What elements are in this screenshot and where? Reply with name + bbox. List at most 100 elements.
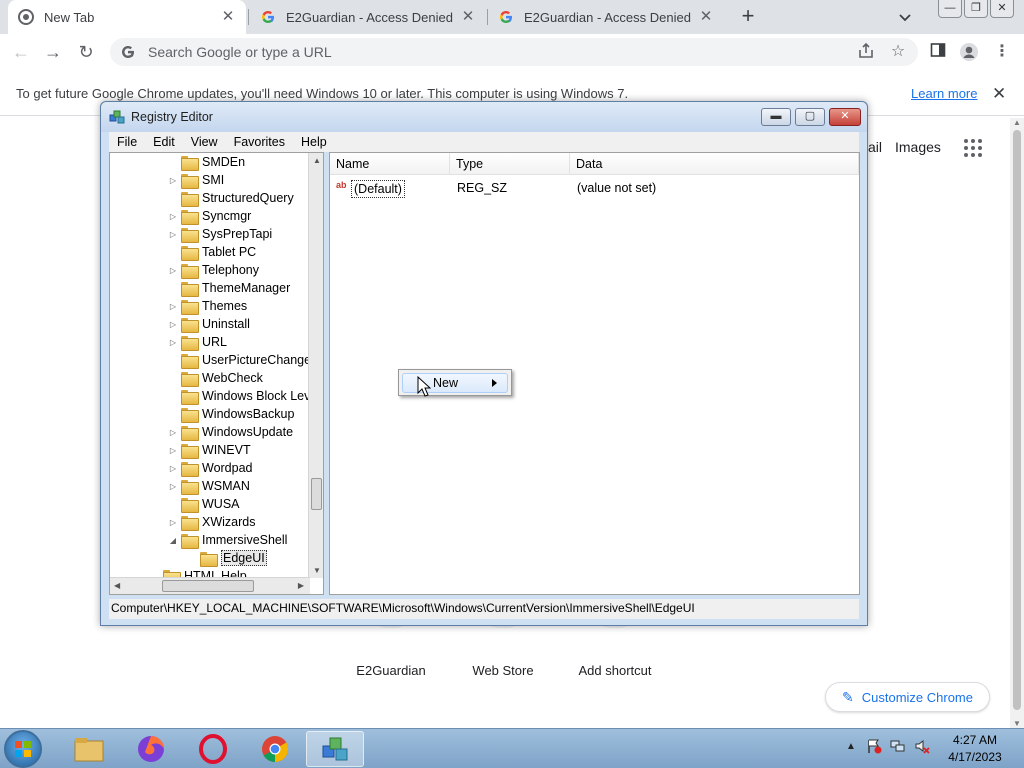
tab-new-tab[interactable]: New Tab ✕ (8, 0, 246, 34)
registry-editor-taskbar-icon[interactable] (306, 731, 364, 767)
tree-item[interactable]: ▷ SMI (168, 171, 224, 189)
tree-item[interactable]: UserPictureChange (168, 351, 311, 369)
tree-item[interactable]: Tablet PC (168, 243, 256, 261)
new-tab-plus-icon[interactable]: + (736, 5, 760, 29)
tree-item-edgeui-selected[interactable]: EdgeUI (187, 549, 267, 567)
menu-file[interactable]: File (109, 135, 145, 149)
tree-item[interactable]: ▷ WindowsUpdate (168, 423, 293, 441)
registry-tree[interactable]: SMDEn ▷ SMI StructuredQuery ▷ Syncmgr ▷ Sys… (109, 152, 324, 595)
close-tab-icon[interactable]: ✕ (460, 9, 476, 25)
restore-icon[interactable]: ❐ (964, 0, 988, 18)
tree-item[interactable]: WebCheck (168, 369, 263, 387)
menu-view[interactable]: View (183, 135, 226, 149)
tree-expander[interactable]: ▷ (168, 428, 178, 437)
shortcut-label-e2guardian[interactable]: E2Guardian (341, 663, 441, 678)
tree-expander[interactable]: ▷ (168, 176, 178, 185)
chevron-down-icon[interactable] (896, 8, 914, 26)
taskbar-clock[interactable]: 4:27 AM 4/17/2023 (940, 732, 1010, 766)
tree-horizontal-scrollbar[interactable]: ◀ ▶ (110, 577, 310, 594)
learn-more-link[interactable]: Learn more (911, 86, 977, 101)
scrollbar-thumb[interactable] (162, 580, 254, 592)
bookmark-star-icon[interactable]: ☆ (888, 42, 908, 62)
network-icon[interactable] (890, 738, 906, 754)
menu-help[interactable]: Help (293, 135, 335, 149)
customize-chrome-button[interactable]: ✎ Customize Chrome (825, 682, 990, 712)
scrollbar-thumb[interactable] (311, 478, 322, 510)
minimize-icon[interactable]: ▬ (761, 108, 791, 126)
tree-item-immersiveshell[interactable]: ◢ ImmersiveShell (168, 531, 287, 549)
tab-e2guardian-1[interactable]: E2Guardian - Access Denied ✕ (250, 0, 486, 34)
close-tab-icon[interactable]: ✕ (698, 9, 714, 25)
tree-item[interactable]: ▷ Telephony (168, 261, 259, 279)
tree-item[interactable]: WindowsBackup (168, 405, 294, 423)
gmail-link[interactable]: ail (868, 139, 882, 155)
omnibox[interactable]: Search Google or type a URL (110, 38, 918, 66)
tree-expander[interactable]: ◢ (168, 536, 178, 545)
menu-edit[interactable]: Edit (145, 135, 183, 149)
firefox-taskbar-icon[interactable] (122, 731, 180, 767)
tree-item[interactable]: ThemeManager (168, 279, 290, 297)
opera-taskbar-icon[interactable] (184, 731, 242, 767)
scroll-left-icon[interactable]: ◀ (114, 581, 120, 590)
show-hidden-icons-icon[interactable]: ▲ (846, 741, 856, 752)
close-icon[interactable]: ✕ (829, 108, 861, 126)
tree-item[interactable]: ▷ Themes (168, 297, 247, 315)
close-icon[interactable]: ✕ (990, 0, 1014, 18)
tree-item[interactable]: StructuredQuery (168, 189, 294, 207)
action-center-icon[interactable] (866, 738, 882, 754)
google-apps-icon[interactable] (964, 139, 982, 157)
tree-item[interactable]: ▷ Syncmgr (168, 207, 251, 225)
minimize-icon[interactable]: — (938, 0, 962, 18)
tree-expander[interactable]: ▷ (168, 320, 178, 329)
tree-vertical-scrollbar[interactable]: ▲ ▼ (308, 153, 323, 578)
start-button[interactable] (4, 730, 42, 768)
tree-item[interactable]: SMDEn (168, 153, 245, 171)
tree-expander[interactable]: ▷ (168, 464, 178, 473)
close-tab-icon[interactable]: ✕ (220, 9, 236, 25)
scroll-up-icon[interactable]: ▲ (313, 156, 321, 165)
tree-item[interactable]: Windows Block Lev (168, 387, 310, 405)
chrome-taskbar-icon[interactable] (246, 731, 304, 767)
tree-expander[interactable]: ▷ (168, 482, 178, 491)
maximize-icon[interactable]: ▢ (795, 108, 825, 126)
tree-item[interactable]: ▷ SysPrepTapi (168, 225, 272, 243)
more-menu-icon[interactable]: ⋮ (992, 42, 1012, 62)
tree-item[interactable]: ▷ Uninstall (168, 315, 250, 333)
back-arrow-icon[interactable]: ← (10, 41, 32, 63)
tree-item[interactable]: ▷ WINEVT (168, 441, 251, 459)
tree-expander[interactable]: ▷ (168, 338, 178, 347)
scroll-up-icon[interactable]: ▲ (1013, 118, 1021, 127)
tree-expander[interactable]: ▷ (168, 230, 178, 239)
tree-expander[interactable]: ▷ (168, 266, 178, 275)
column-header-type[interactable]: Type (450, 153, 570, 175)
images-link[interactable]: Images (895, 139, 941, 155)
tree-item[interactable]: ▷ URL (168, 333, 227, 351)
tree-expander[interactable]: ▷ (168, 446, 178, 455)
shortcut-label-web-store[interactable]: Web Store (453, 663, 553, 678)
column-header-name[interactable]: Name (330, 153, 450, 175)
tree-expander[interactable]: ▷ (168, 212, 178, 221)
shortcut-label-add-shortcut[interactable]: Add shortcut (565, 663, 665, 678)
tree-expander[interactable]: ▷ (168, 518, 178, 527)
tree-expander[interactable]: ▷ (168, 302, 178, 311)
profile-avatar-icon[interactable] (959, 42, 979, 62)
reload-icon[interactable]: ↻ (75, 41, 97, 63)
tree-item[interactable]: ▷ WSMAN (168, 477, 250, 495)
tab-e2guardian-2[interactable]: E2Guardian - Access Denied ✕ (488, 0, 724, 34)
volume-muted-icon[interactable] (914, 738, 930, 754)
scroll-right-icon[interactable]: ▶ (298, 581, 304, 590)
tree-item[interactable]: ▷ Wordpad (168, 459, 253, 477)
scroll-down-icon[interactable]: ▼ (1013, 719, 1021, 728)
close-icon[interactable]: ✕ (992, 84, 1006, 104)
share-icon[interactable] (856, 42, 876, 62)
menu-favorites[interactable]: Favorites (226, 135, 293, 149)
scrollbar-thumb[interactable] (1013, 130, 1021, 710)
forward-arrow-icon[interactable]: → (42, 41, 64, 63)
tree-item[interactable]: ▷ XWizards (168, 513, 255, 531)
column-header-data[interactable]: Data (570, 153, 859, 175)
tree-item[interactable]: WUSA (168, 495, 240, 513)
registry-editor-titlebar[interactable]: Registry Editor (101, 102, 867, 132)
file-explorer-taskbar-icon[interactable] (60, 731, 118, 767)
side-panel-icon[interactable] (928, 42, 948, 62)
scroll-down-icon[interactable]: ▼ (313, 566, 321, 575)
